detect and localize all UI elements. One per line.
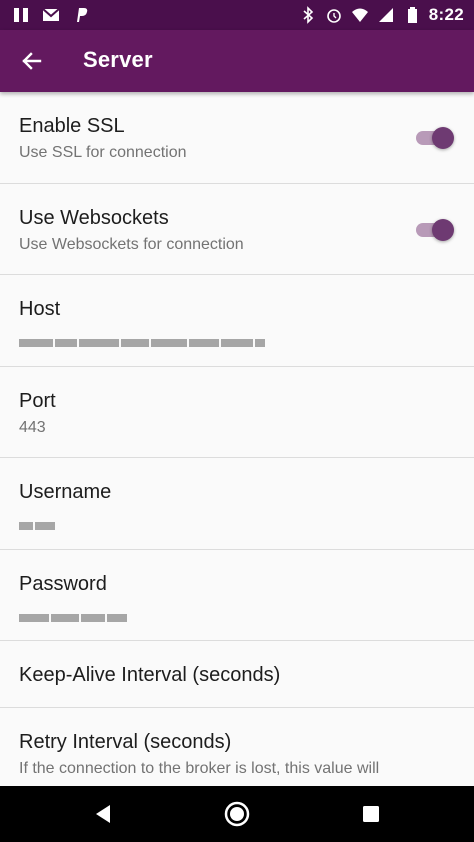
setting-enable-ssl[interactable]: Enable SSL Use SSL for connection [0, 92, 474, 184]
home-circle-icon[interactable] [223, 800, 251, 828]
toggle-thumb [432, 127, 454, 149]
setting-summary: If the connection to the broker is lost,… [19, 760, 380, 777]
setting-retry-interval[interactable]: Retry Interval (seconds) If the connecti… [0, 708, 474, 786]
setting-title: Retry Interval (seconds) [19, 731, 232, 753]
websockets-toggle[interactable] [416, 219, 454, 241]
arrow-back-icon[interactable] [18, 47, 46, 75]
status-bar: 8:22 [0, 0, 474, 30]
alarm-icon [326, 9, 341, 23]
setting-summary: Use Websockets for connection [19, 236, 244, 253]
page-title: Server [83, 47, 153, 72]
app-bar: Server [0, 30, 474, 92]
setting-use-websockets[interactable]: Use Websockets Use Websockets for connec… [0, 184, 474, 275]
setting-title: Enable SSL [19, 115, 125, 137]
setting-summary: Use SSL for connection [19, 144, 187, 161]
wifi-icon [351, 8, 368, 22]
redacted-username-value [19, 517, 57, 530]
bluetooth-icon [303, 6, 313, 24]
setting-title: Username [19, 481, 112, 503]
setting-keep-alive-interval[interactable]: Keep-Alive Interval (seconds) [0, 641, 474, 708]
status-time: 8:22 [428, 5, 464, 24]
setting-summary: 443 [19, 419, 46, 436]
gmail-icon [42, 8, 60, 21]
setting-host[interactable]: Host [0, 275, 474, 367]
battery-icon [407, 7, 417, 23]
setting-title: Use Websockets [19, 207, 169, 229]
redacted-password-value [19, 609, 129, 622]
back-triangle-icon[interactable] [90, 800, 118, 828]
setting-password[interactable]: Password [0, 550, 474, 641]
paypal-icon [77, 8, 88, 22]
signal-icon [378, 8, 393, 22]
navigation-bar [0, 786, 474, 842]
setting-port[interactable]: Port 443 [0, 367, 474, 458]
ssl-toggle[interactable] [416, 127, 454, 149]
setting-title: Port [19, 390, 56, 412]
setting-title: Password [19, 573, 107, 595]
pause-icon [14, 8, 28, 22]
toggle-thumb [432, 219, 454, 241]
setting-title: Host [19, 298, 61, 320]
setting-title: Keep-Alive Interval (seconds) [19, 664, 281, 686]
setting-username[interactable]: Username [0, 458, 474, 550]
settings-list: Enable SSL Use SSL for connection Use We… [0, 92, 474, 786]
recents-square-icon[interactable] [357, 800, 385, 828]
redacted-host-value [19, 334, 267, 347]
